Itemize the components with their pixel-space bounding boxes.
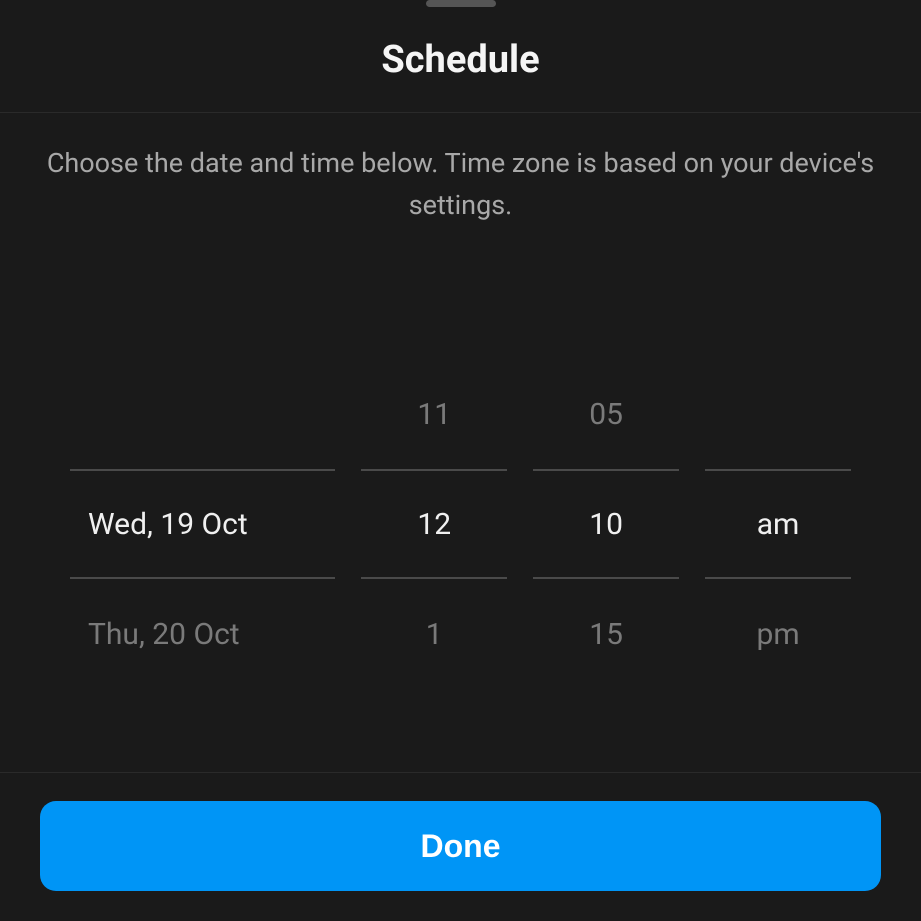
sheet-grabber-wrap: [0, 0, 921, 10]
hour-prev[interactable]: 11: [361, 359, 507, 469]
done-button[interactable]: Done: [40, 801, 881, 891]
footer: Done: [0, 772, 921, 921]
ampm-prev[interactable]: [705, 359, 851, 469]
minute-selected[interactable]: 10: [533, 469, 679, 579]
minute-wheel[interactable]: 05 10 15: [533, 277, 679, 772]
date-selected[interactable]: Wed, 19 Oct: [70, 469, 335, 579]
datetime-picker: Wed, 19 Oct Thu, 20 Oct 11 12 1 05 10 15…: [0, 237, 921, 772]
date-wheel[interactable]: Wed, 19 Oct Thu, 20 Oct: [70, 277, 335, 772]
ampm-selected[interactable]: am: [705, 469, 851, 579]
schedule-subtitle: Choose the date and time below. Time zon…: [0, 113, 921, 237]
sheet-grabber-icon[interactable]: [426, 0, 496, 7]
ampm-wheel[interactable]: am pm: [705, 277, 851, 772]
hour-selected[interactable]: 12: [361, 469, 507, 579]
date-prev[interactable]: [70, 359, 335, 469]
schedule-sheet: Schedule Choose the date and time below.…: [0, 0, 921, 921]
page-title: Schedule: [0, 10, 921, 113]
minute-prev[interactable]: 05: [533, 359, 679, 469]
date-next[interactable]: Thu, 20 Oct: [70, 579, 335, 689]
hour-next[interactable]: 1: [361, 579, 507, 689]
ampm-next[interactable]: pm: [705, 579, 851, 689]
minute-next[interactable]: 15: [533, 579, 679, 689]
hour-wheel[interactable]: 11 12 1: [361, 277, 507, 772]
